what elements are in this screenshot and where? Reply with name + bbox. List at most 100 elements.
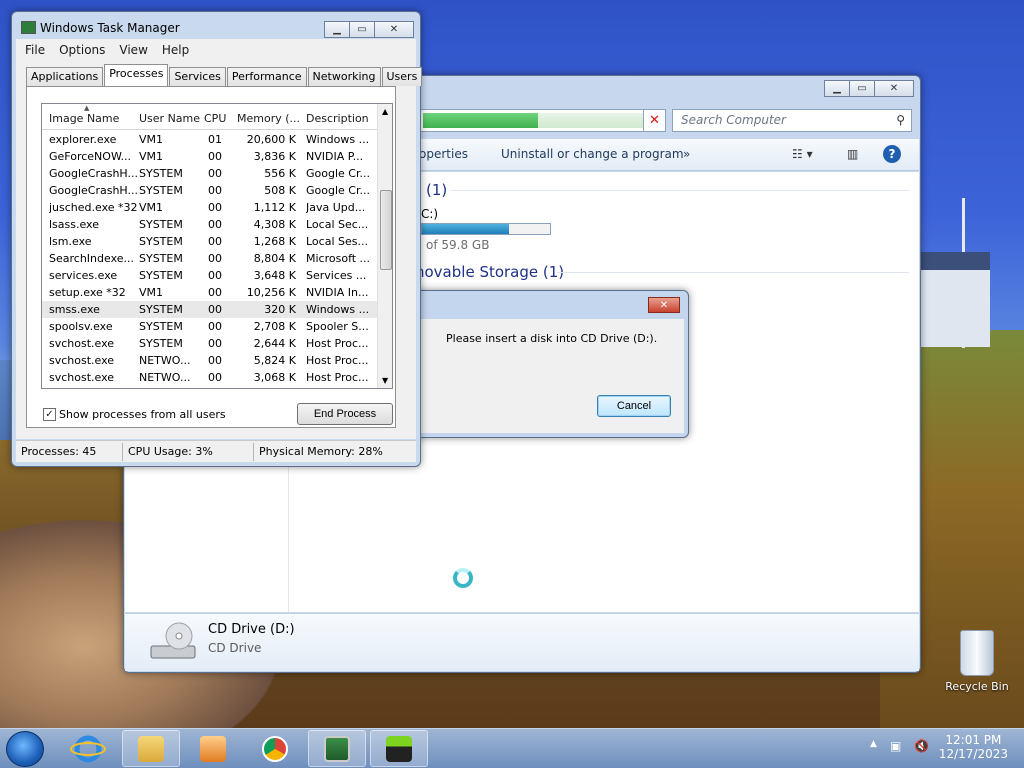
row-user-name: SYSTEM bbox=[139, 218, 183, 231]
row-image-name: lsm.exe bbox=[49, 235, 92, 248]
table-row[interactable]: lsass.exe SYSTEM 00 4,308 K Local Sec... bbox=[42, 216, 377, 233]
system-clock[interactable]: 12:01 PM 12/17/2023 bbox=[939, 733, 1008, 761]
table-row[interactable]: lsm.exe SYSTEM 00 1,268 K Local Ses... bbox=[42, 233, 377, 250]
column-cpu[interactable]: CPU bbox=[204, 112, 226, 125]
help-icon[interactable]: ? bbox=[883, 145, 901, 163]
table-row[interactable]: spoolsv.exe SYSTEM 00 2,708 K Spooler S... bbox=[42, 318, 377, 335]
start-button[interactable] bbox=[6, 731, 44, 767]
table-row[interactable]: svchost.exe NETWO... 00 5,824 K Host Proc... bbox=[42, 352, 377, 369]
table-row[interactable]: smss.exe SYSTEM 00 320 K Windows ... bbox=[42, 301, 377, 318]
dialog-close-button[interactable]: ✕ bbox=[648, 297, 680, 313]
menu-file[interactable]: File bbox=[25, 43, 45, 57]
menu-view[interactable]: View bbox=[119, 43, 147, 57]
cancel-button[interactable]: Cancel bbox=[597, 395, 671, 417]
address-bar[interactable]: ▼ bbox=[420, 109, 660, 132]
column-memory[interactable]: Memory (... bbox=[237, 112, 300, 125]
tab-users[interactable]: Users bbox=[381, 67, 423, 86]
insert-disk-dialog[interactable]: ✕ Please insert a disk into CD Drive (D:… bbox=[405, 290, 689, 438]
processes-panel: ▲ Image Name User Name CPU Memory (... D… bbox=[26, 86, 396, 428]
search-icon[interactable]: ⚲ bbox=[896, 113, 905, 127]
row-cpu: 01 bbox=[208, 133, 222, 146]
menu-options[interactable]: Options bbox=[59, 43, 105, 57]
row-user-name: NETWO... bbox=[139, 371, 191, 384]
network-icon[interactable]: ▣ bbox=[890, 739, 901, 753]
removable-storage-group-header[interactable]: novable Storage (1) bbox=[415, 263, 564, 281]
table-row[interactable]: svchost.exe SYSTEM 00 2,644 K Host Proc... bbox=[42, 335, 377, 352]
close-button[interactable]: ✕ bbox=[874, 80, 914, 97]
show-all-processes-checkbox[interactable]: ✓ Show processes from all users bbox=[43, 408, 226, 421]
taskbar-chrome[interactable] bbox=[246, 730, 304, 767]
task-manager-window[interactable]: Windows Task Manager ▁ ▭ ✕ File Options … bbox=[11, 11, 423, 467]
window-title: Windows Task Manager bbox=[40, 21, 180, 35]
table-row[interactable]: svchost.exe NETWO... 00 3,068 K Host Proc... bbox=[42, 369, 377, 386]
local-disk-free-space: of 59.8 GB bbox=[426, 238, 490, 252]
more-commands-button[interactable]: » bbox=[683, 147, 690, 161]
tab-performance[interactable]: Performance bbox=[226, 67, 307, 86]
close-button[interactable]: ✕ bbox=[374, 21, 414, 38]
table-row[interactable]: GeForceNOW... VM1 00 3,836 K NVIDIA P... bbox=[42, 148, 377, 165]
busy-cursor-icon bbox=[453, 568, 473, 588]
volume-muted-icon[interactable]: 🔇 bbox=[914, 739, 929, 753]
local-disk-label[interactable]: C:) bbox=[421, 207, 438, 221]
show-hidden-icons-icon[interactable]: ▲ bbox=[870, 739, 877, 749]
row-user-name: SYSTEM bbox=[139, 184, 183, 197]
process-list[interactable]: ▲ Image Name User Name CPU Memory (... D… bbox=[41, 103, 393, 389]
table-row[interactable]: GoogleCrashH... SYSTEM 00 556 K Google Cr... bbox=[42, 165, 377, 182]
row-memory: 20,600 K bbox=[246, 133, 296, 146]
details-item-type: CD Drive bbox=[208, 641, 262, 655]
preview-pane-icon[interactable]: ▥ bbox=[847, 147, 858, 161]
local-disk-usage-bar bbox=[421, 223, 551, 235]
table-row[interactable]: setup.exe *32 VM1 00 10,256 K NVIDIA In... bbox=[42, 284, 377, 301]
scroll-down-icon[interactable]: ▼ bbox=[382, 376, 388, 385]
table-row[interactable]: explorer.exe VM1 01 20,600 K Windows ... bbox=[42, 131, 377, 148]
table-row[interactable]: GoogleCrashH... SYSTEM 00 508 K Google Cr... bbox=[42, 182, 377, 199]
internet-explorer-icon[interactable] bbox=[70, 735, 106, 763]
taskbar-explorer[interactable] bbox=[122, 730, 180, 767]
end-process-button[interactable]: End Process bbox=[297, 403, 393, 425]
system-properties-button[interactable]: operties bbox=[419, 147, 468, 161]
row-cpu: 00 bbox=[208, 235, 222, 248]
minimize-button[interactable]: ▁ bbox=[324, 21, 350, 38]
row-user-name: SYSTEM bbox=[139, 269, 183, 282]
taskbar-task-manager[interactable] bbox=[308, 730, 366, 767]
scrollbar-thumb[interactable] bbox=[380, 190, 392, 270]
recycle-bin-icon bbox=[960, 630, 994, 676]
row-memory: 5,824 K bbox=[253, 354, 296, 367]
uninstall-program-button[interactable]: Uninstall or change a program bbox=[501, 147, 684, 161]
tab-networking[interactable]: Networking bbox=[307, 67, 381, 86]
maximize-button[interactable]: ▭ bbox=[349, 21, 375, 38]
row-memory: 3,068 K bbox=[253, 371, 296, 384]
row-memory: 3,836 K bbox=[253, 150, 296, 163]
scrollbar[interactable]: ▲ ▼ bbox=[377, 104, 392, 388]
taskbar-app[interactable] bbox=[370, 730, 428, 767]
hard-disk-group-header[interactable]: (1) bbox=[426, 181, 447, 199]
stop-icon[interactable]: ✕ bbox=[643, 109, 666, 132]
tab-services[interactable]: Services bbox=[169, 67, 226, 86]
task-manager-body: Applications Processes Services Performa… bbox=[16, 61, 423, 439]
tab-processes[interactable]: Processes bbox=[104, 64, 169, 86]
view-options-icon[interactable]: ☷ ▾ bbox=[792, 147, 813, 161]
menu-bar: File Options View Help bbox=[16, 39, 416, 61]
row-cpu: 00 bbox=[208, 320, 222, 333]
checkbox-box[interactable]: ✓ bbox=[43, 408, 56, 421]
column-description[interactable]: Description bbox=[306, 112, 369, 125]
row-cpu: 00 bbox=[208, 167, 222, 180]
minimize-button[interactable]: ▁ bbox=[824, 80, 850, 97]
column-image-name[interactable]: Image Name bbox=[49, 112, 119, 125]
menu-help[interactable]: Help bbox=[162, 43, 189, 57]
recycle-bin[interactable]: Recycle Bin bbox=[938, 630, 1016, 693]
maximize-button[interactable]: ▭ bbox=[849, 80, 875, 97]
column-user-name[interactable]: User Name bbox=[139, 112, 200, 125]
status-divider bbox=[253, 443, 254, 461]
search-placeholder: Search Computer bbox=[681, 113, 786, 127]
table-row[interactable]: SearchIndexe... SYSTEM 00 8,804 K Microsoft … bbox=[42, 250, 377, 267]
row-memory: 1,112 K bbox=[253, 201, 296, 214]
clock-date: 12/17/2023 bbox=[938, 747, 1008, 761]
table-row[interactable]: jusched.exe *32 VM1 00 1,112 K Java Upd... bbox=[42, 199, 377, 216]
search-input[interactable]: Search Computer ⚲ bbox=[672, 109, 912, 132]
row-description: Java Upd... bbox=[306, 201, 366, 214]
scroll-up-icon[interactable]: ▲ bbox=[382, 107, 388, 116]
tab-applications[interactable]: Applications bbox=[26, 67, 104, 86]
table-row[interactable]: services.exe SYSTEM 00 3,648 K Services ... bbox=[42, 267, 377, 284]
taskbar-media-player[interactable] bbox=[184, 730, 242, 767]
